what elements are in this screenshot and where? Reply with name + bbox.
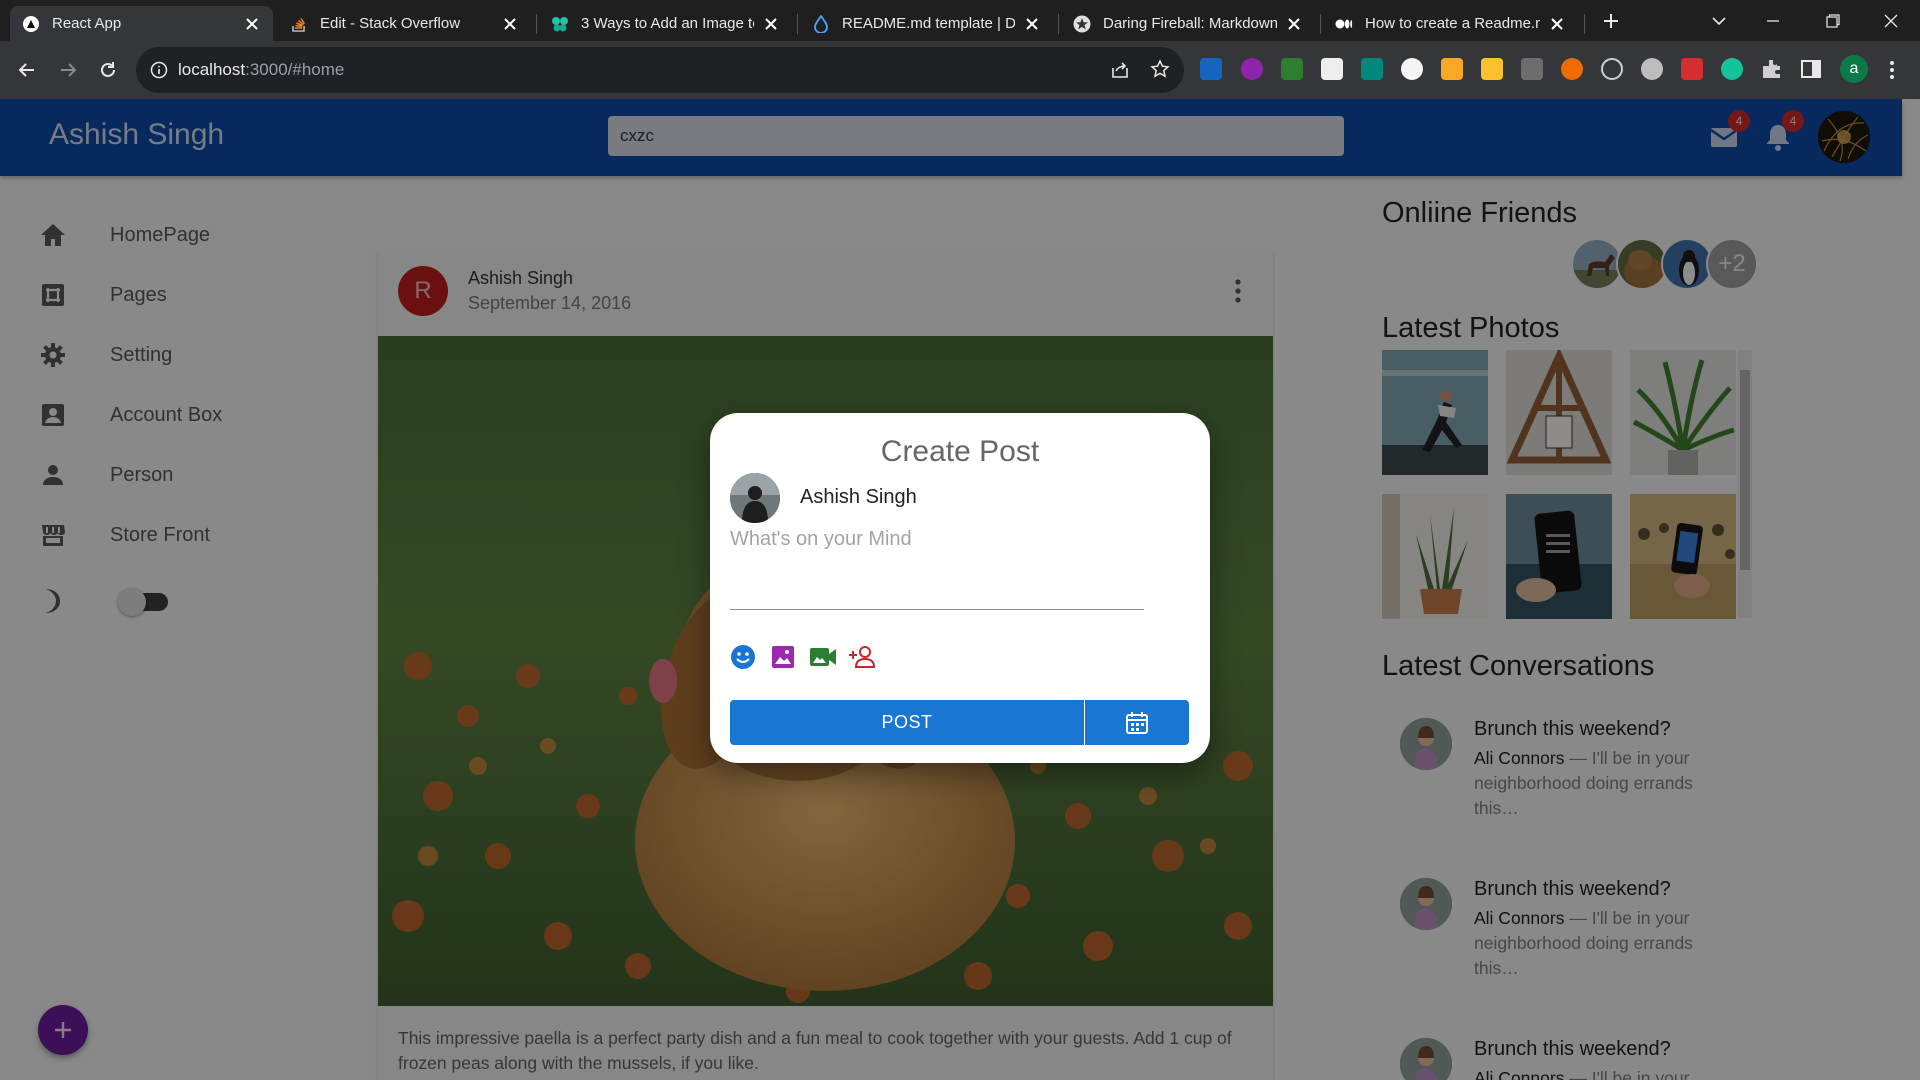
image-icon xyxy=(772,646,794,668)
extension-purple-icon[interactable] xyxy=(1241,58,1263,80)
extension-circle-icon[interactable] xyxy=(1401,58,1423,80)
extension-color-icon[interactable] xyxy=(1561,58,1583,80)
share-icon[interactable] xyxy=(1110,60,1130,80)
tab-separator xyxy=(797,14,798,34)
schedule-button[interactable] xyxy=(1085,700,1189,745)
tab-separator xyxy=(1320,14,1321,34)
extension-m-icon[interactable] xyxy=(1441,58,1463,80)
post-button[interactable]: POST xyxy=(730,700,1084,745)
browser-tab-bar: React App Edit - Stack Overflow 3 Ways t… xyxy=(0,0,1920,41)
profile-avatar[interactable]: a xyxy=(1840,55,1868,83)
tab-separator xyxy=(1584,14,1585,34)
butterfly-favicon-icon xyxy=(551,15,569,33)
user-photo xyxy=(730,473,780,523)
star-favicon-icon xyxy=(1073,15,1091,33)
puzzle-icon[interactable] xyxy=(1760,57,1784,81)
extension-red-icon[interactable] xyxy=(1681,58,1703,80)
bookmark-star-icon[interactable] xyxy=(1150,59,1170,79)
address-bar[interactable]: localhost:3000/#home xyxy=(136,47,1184,93)
extension-grammarly-icon[interactable] xyxy=(1721,58,1743,80)
tab-title: Daring Fireball: Markdown xyxy=(1103,15,1277,32)
extension-feather-icon[interactable] xyxy=(1361,58,1383,80)
url-host: localhost xyxy=(178,60,246,79)
sidebar-panel-icon[interactable] xyxy=(1800,58,1822,80)
chevron-down-icon xyxy=(1712,16,1726,25)
tab-stack-overflow[interactable]: Edit - Stack Overflow xyxy=(278,6,531,41)
url-text: localhost:3000/#home xyxy=(178,60,344,80)
close-icon[interactable] xyxy=(1285,15,1303,33)
plus-icon xyxy=(1604,13,1618,28)
tab-medium-readme[interactable]: How to create a Readme.m xyxy=(1323,6,1578,41)
video-icon xyxy=(810,648,836,666)
restore-button[interactable] xyxy=(1810,0,1856,41)
tab-title: README.md template | Doc xyxy=(842,15,1015,32)
add-video-button[interactable] xyxy=(808,642,838,672)
extension-gear-icon[interactable] xyxy=(1641,58,1663,80)
url-path: :3000/#home xyxy=(245,60,345,79)
react-app-favicon-icon xyxy=(22,15,40,33)
tab-react-app[interactable]: React App xyxy=(10,6,273,41)
dialog-user-name: Ashish Singh xyxy=(800,486,917,508)
kebab-menu-icon[interactable] xyxy=(1888,59,1896,81)
calendar-icon xyxy=(1126,711,1148,734)
close-icon[interactable] xyxy=(243,15,261,33)
back-button[interactable] xyxy=(13,56,41,84)
drop-favicon-icon xyxy=(812,14,830,33)
close-icon[interactable] xyxy=(1023,15,1041,33)
create-post-dialog: Create Post Ashish Singh POST xyxy=(710,413,1210,763)
tab-image-article[interactable]: 3 Ways to Add an Image to xyxy=(539,6,792,41)
minimize-button[interactable] xyxy=(1750,0,1796,41)
tab-title: React App xyxy=(52,15,122,32)
tab-separator xyxy=(1058,14,1059,34)
tab-daring-fireball[interactable]: Daring Fireball: Markdown xyxy=(1061,6,1315,41)
restore-icon xyxy=(1826,13,1840,28)
emoji-icon xyxy=(731,645,755,669)
tab-title: 3 Ways to Add an Image to xyxy=(581,15,754,32)
extension-note-icon[interactable] xyxy=(1481,58,1503,80)
close-icon[interactable] xyxy=(1548,15,1566,33)
medium-favicon-icon xyxy=(1335,15,1353,33)
tag-friend-button[interactable] xyxy=(848,642,878,672)
tab-title: How to create a Readme.m xyxy=(1365,15,1540,32)
extension-fj-icon[interactable] xyxy=(1200,58,1222,80)
reload-icon xyxy=(101,62,115,77)
stack-overflow-favicon-icon xyxy=(290,15,308,33)
window-close-button[interactable] xyxy=(1868,0,1914,41)
close-icon xyxy=(1884,14,1898,27)
arrow-right-icon xyxy=(61,63,77,77)
tab-readme-template[interactable]: README.md template | Doc xyxy=(800,6,1053,41)
tab-search-button[interactable] xyxy=(1696,0,1742,41)
extension-calendar-icon[interactable] xyxy=(1321,58,1343,80)
info-icon[interactable] xyxy=(150,61,168,79)
extension-check-icon[interactable] xyxy=(1281,58,1303,80)
new-tab-button[interactable] xyxy=(1588,0,1634,41)
dialog-user-avatar xyxy=(730,473,780,523)
minimize-icon xyxy=(1767,19,1779,22)
person-add-icon xyxy=(849,646,876,668)
tab-separator xyxy=(536,14,537,34)
tab-title: Edit - Stack Overflow xyxy=(320,15,461,32)
reload-button[interactable] xyxy=(94,56,122,84)
add-photo-button[interactable] xyxy=(768,642,798,672)
browser-toolbar: localhost:3000/#home a xyxy=(0,41,1920,99)
forward-button[interactable] xyxy=(54,56,82,84)
post-text-input[interactable] xyxy=(730,528,1144,610)
extension-compass-icon[interactable] xyxy=(1601,58,1623,80)
arrow-left-icon xyxy=(18,63,34,77)
dialog-title: Create Post xyxy=(880,435,1040,468)
close-icon[interactable] xyxy=(501,15,519,33)
emoji-button[interactable] xyxy=(728,642,758,672)
close-icon[interactable] xyxy=(762,15,780,33)
extension-grey-icon[interactable] xyxy=(1521,58,1543,80)
